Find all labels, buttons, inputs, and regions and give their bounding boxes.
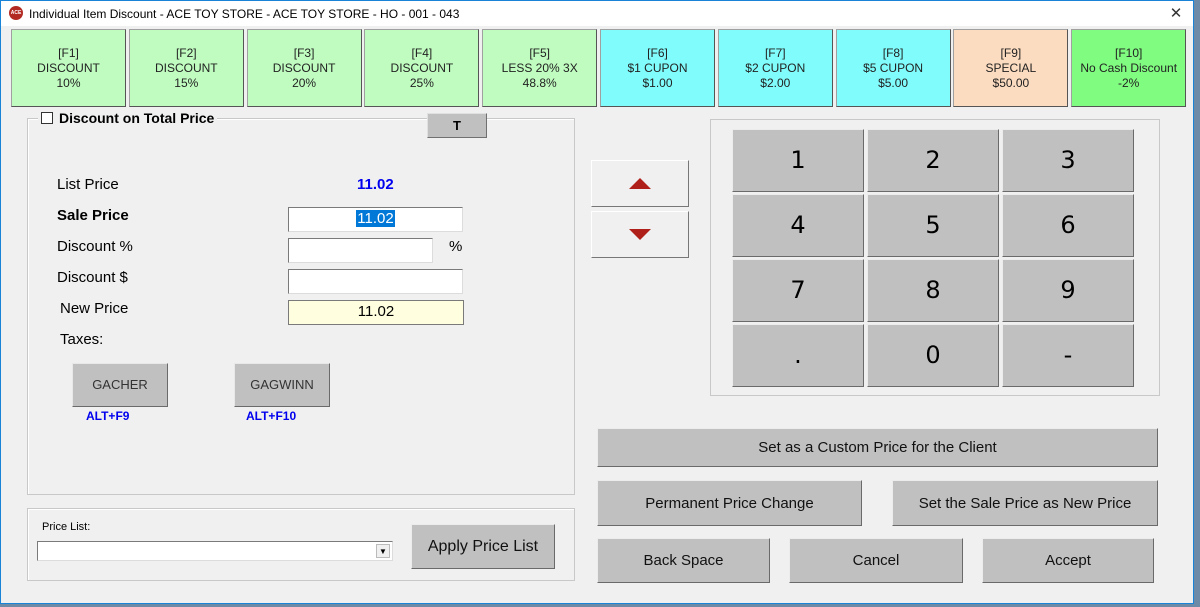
- arrow-down-icon: [629, 229, 651, 240]
- function-key-key: [F10]: [1115, 45, 1143, 60]
- function-key-key: [F8]: [882, 45, 904, 60]
- keypad-key-4[interactable]: 4: [732, 194, 864, 257]
- function-key-line2: $5.00: [878, 75, 909, 90]
- tax-gacher-shortcut: ALT+F9: [86, 409, 130, 423]
- function-key-line1: No Cash Discount: [1080, 60, 1178, 75]
- numeric-keypad: 123 456 789.0-: [710, 119, 1160, 396]
- function-key-key: [F6]: [647, 45, 668, 60]
- function-key-key: [F3]: [293, 45, 315, 60]
- sale-price-input[interactable]: 11.02: [288, 207, 463, 232]
- discount-on-total-price-label: Discount on Total Price: [59, 110, 215, 126]
- tax-gacher-button[interactable]: GACHER: [72, 363, 168, 407]
- keypad-key-minus[interactable]: -: [1002, 324, 1134, 387]
- function-key-line2: 25%: [409, 75, 434, 90]
- back-space-button[interactable]: Back Space: [597, 538, 770, 583]
- function-key-line2: $2.00: [760, 75, 791, 90]
- discount-amount-input[interactable]: [288, 269, 463, 294]
- taxes-label: Taxes:: [60, 331, 104, 348]
- function-key-line1: LESS 20% 3X: [501, 60, 578, 75]
- function-key-key: [F4]: [411, 45, 433, 60]
- sale-price-label: Sale Price: [57, 207, 129, 224]
- function-key-line1: $2 CUPON: [745, 60, 806, 75]
- list-price-value: 11.02: [357, 176, 394, 193]
- keypad-key-2[interactable]: 2: [867, 129, 999, 192]
- function-key-f8-button[interactable]: [F8] $5 CUPON $5.00: [835, 29, 951, 107]
- price-list-select[interactable]: ▼: [37, 541, 393, 561]
- function-key-f5-button[interactable]: [F5] LESS 20% 3X 48.8%: [482, 29, 598, 107]
- new-price-field: 11.02: [288, 300, 464, 325]
- function-key-f4-button[interactable]: [F4] DISCOUNT 25%: [364, 29, 480, 107]
- function-key-line1: $5 CUPON: [863, 60, 924, 75]
- function-key-f2-button[interactable]: [F2] DISCOUNT 15%: [128, 29, 244, 107]
- price-list-label: Price List:: [42, 521, 91, 533]
- accept-button[interactable]: Accept: [982, 538, 1154, 583]
- function-key-line1: SPECIAL: [985, 60, 1037, 75]
- function-key-f1-button[interactable]: [F1] DISCOUNT 10%: [11, 29, 126, 107]
- sale-price-value: 11.02: [356, 210, 395, 227]
- keypad-key-1[interactable]: 1: [732, 129, 864, 192]
- function-key-line1: DISCOUNT: [390, 60, 454, 75]
- keypad-key-9[interactable]: 9: [1002, 259, 1134, 322]
- function-key-key: [F5]: [529, 45, 551, 60]
- chevron-down-icon[interactable]: ▼: [376, 544, 390, 558]
- function-key-line1: DISCOUNT: [154, 60, 218, 75]
- function-key-line1: DISCOUNT: [37, 60, 100, 75]
- arrow-down-button[interactable]: [591, 211, 689, 258]
- window-title: Individual Item Discount - ACE TOY STORE…: [29, 7, 460, 21]
- function-key-f6-button[interactable]: [F6] $1 CUPON $1.00: [600, 29, 715, 107]
- function-key-line2: 48.8%: [522, 75, 557, 90]
- function-key-f3-button[interactable]: [F3] DISCOUNT 20%: [246, 29, 362, 107]
- keypad-key-8[interactable]: 8: [867, 259, 999, 322]
- function-key-f10-button[interactable]: [F10] No Cash Discount -2%: [1071, 29, 1187, 107]
- keypad-key-5[interactable]: 5: [867, 194, 999, 257]
- tax-gagwinn-button[interactable]: GAGWINN: [234, 363, 330, 407]
- keypad-key-0[interactable]: 0: [867, 324, 999, 387]
- discount-percent-label: Discount %: [57, 238, 133, 255]
- new-price-label: New Price: [60, 300, 129, 317]
- keypad-key-6[interactable]: 6: [1002, 194, 1134, 257]
- function-key-line2: 10%: [56, 75, 81, 90]
- function-key-key: [F2]: [175, 45, 197, 60]
- function-key-line2: 20%: [292, 75, 317, 90]
- arrow-up-button[interactable]: [591, 160, 689, 207]
- individual-item-discount-window: ACE Individual Item Discount - ACE TOY S…: [0, 0, 1194, 604]
- function-key-line1: $1 CUPON: [627, 60, 688, 75]
- function-key-f9-button[interactable]: [F9] SPECIAL $50.00: [953, 29, 1069, 107]
- discount-amount-label: Discount $: [57, 269, 128, 286]
- discount-on-total-price-legend: Discount on Total Price: [38, 110, 218, 126]
- function-key-line2: $50.00: [992, 75, 1030, 90]
- t-button[interactable]: T: [427, 113, 487, 138]
- function-key-line2: 15%: [174, 75, 199, 90]
- cancel-button[interactable]: Cancel: [789, 538, 963, 583]
- apply-price-list-button[interactable]: Apply Price List: [411, 524, 555, 569]
- discount-percent-input[interactable]: [288, 238, 433, 263]
- function-key-key: [F7]: [764, 45, 786, 60]
- discount-on-total-price-checkbox[interactable]: [41, 112, 53, 124]
- list-price-label: List Price: [57, 176, 119, 193]
- keypad-key-7[interactable]: 7: [732, 259, 864, 322]
- keypad-key-decimal[interactable]: .: [732, 324, 864, 387]
- set-sale-price-as-new-price-button[interactable]: Set the Sale Price as New Price: [892, 480, 1158, 526]
- percent-symbol: %: [449, 238, 463, 255]
- keypad-key-3[interactable]: 3: [1002, 129, 1134, 192]
- tax-gagwinn-shortcut: ALT+F10: [246, 409, 297, 423]
- app-logo-icon: ACE: [9, 6, 23, 20]
- function-key-line2: $1.00: [642, 75, 673, 90]
- function-key-line1: DISCOUNT: [272, 60, 336, 75]
- function-key-line2: -2%: [1118, 75, 1140, 90]
- title-bar: ACE Individual Item Discount - ACE TOY S…: [1, 1, 1193, 26]
- function-key-key: [F1]: [58, 45, 79, 60]
- set-custom-price-button[interactable]: Set as a Custom Price for the Client: [597, 428, 1158, 467]
- function-key-key: [F9]: [1000, 45, 1022, 60]
- function-key-f7-button[interactable]: [F7] $2 CUPON $2.00: [717, 29, 833, 107]
- arrow-up-icon: [629, 178, 651, 189]
- permanent-price-change-button[interactable]: Permanent Price Change: [597, 480, 862, 526]
- close-button[interactable]: ✕: [1159, 1, 1193, 26]
